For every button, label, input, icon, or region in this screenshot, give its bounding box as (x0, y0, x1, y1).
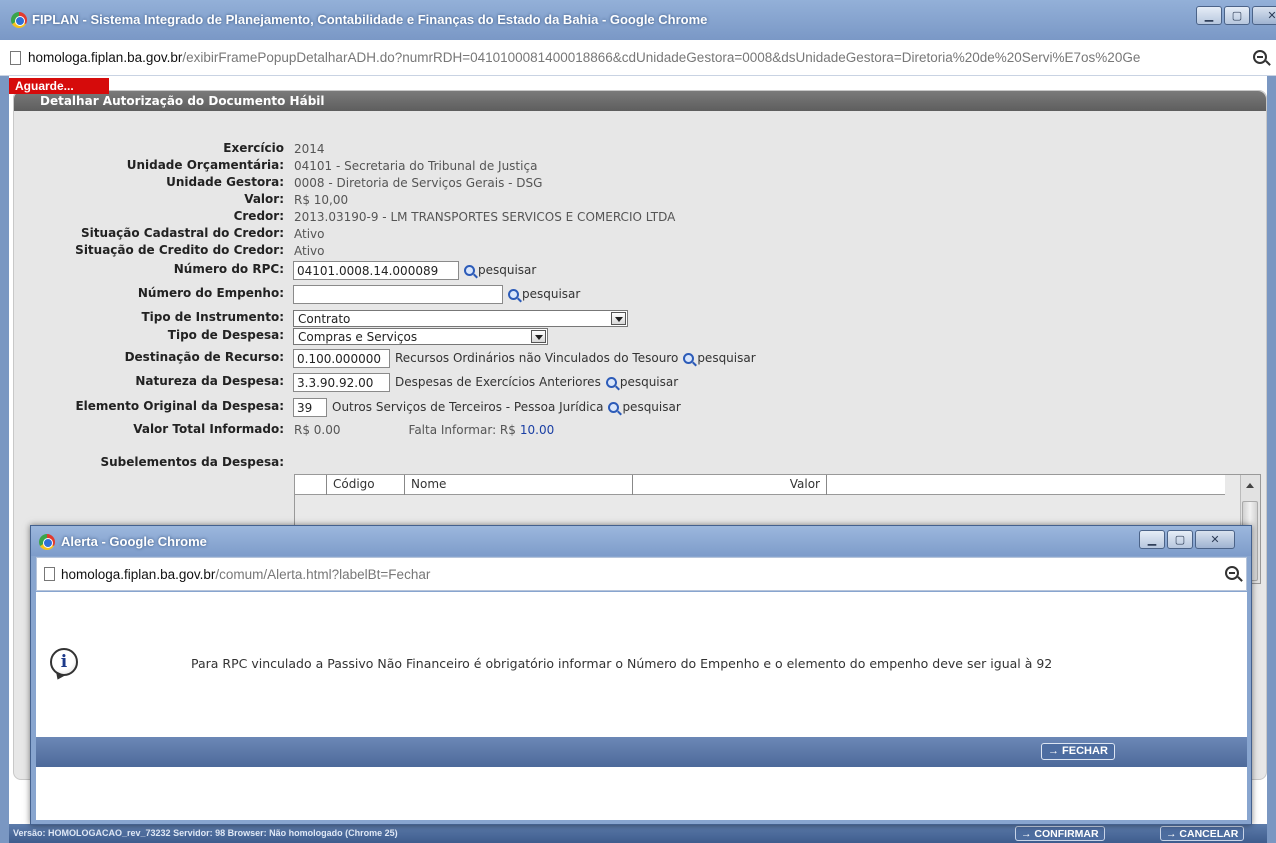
alert-window-controls: ▁ ▢ ✕ (1139, 530, 1235, 549)
value-valor: R$ 10,00 (294, 193, 349, 207)
row-destinacao-recurso: Destinação de Recurso: 0.100.000000 Recu… (14, 348, 756, 368)
alert-window: Alerta - Google Chrome ▁ ▢ ✕ homologa.fi… (30, 525, 1252, 825)
label-exercicio: Exercício (223, 141, 284, 155)
status-text: Versão: HOMOLOGACAO_rev_73232 Servidor: … (13, 828, 398, 838)
chrome-icon (39, 534, 55, 550)
natureza-despesa-desc: Despesas de Exercícios Anteriores (395, 375, 601, 389)
alert-close-button[interactable]: ✕ (1195, 530, 1235, 549)
page-icon (10, 51, 21, 65)
label-elemento-original: Elemento Original da Despesa: (75, 399, 284, 413)
row-valor-total: Valor Total Informado: R$ 0.00 Falta Inf… (14, 420, 554, 440)
natureza-despesa-input[interactable]: 3.3.90.92.00 (293, 372, 390, 392)
url-text[interactable]: homologa.fiplan.ba.gov.br/exibirFramePop… (28, 50, 1248, 65)
value-unidade-orcamentaria: 04101 - Secretaria do Tribunal de Justiç… (294, 159, 538, 173)
value-credor: 2013.03190-9 - LM TRANSPORTES SERVICOS E… (294, 210, 676, 224)
status-bar: Versão: HOMOLOGACAO_rev_73232 Servidor: … (9, 824, 1267, 843)
window-titlebar: FIPLAN - Sistema Integrado de Planejamen… (0, 0, 1276, 40)
label-numero-empenho: Número do Empenho: (137, 286, 284, 300)
chevron-down-icon[interactable] (611, 311, 626, 325)
aguarde-indicator: Aguarde... (9, 78, 109, 94)
alert-title: Alerta - Google Chrome (61, 534, 207, 549)
label-situacao-cadastral: Situação Cadastral do Credor: (81, 226, 284, 240)
window-controls: ▁ ▢ ✕ (1196, 6, 1276, 25)
pesquisar-elemento-link[interactable]: pesquisar (608, 400, 681, 414)
alert-minimize-button[interactable]: ▁ (1139, 530, 1165, 549)
value-unidade-gestora: 0008 - Diretoria de Serviços Gerais - DS… (294, 176, 543, 190)
label-natureza-despesa: Natureza da Despesa: (135, 374, 284, 388)
magnifier-icon (464, 264, 475, 276)
info-icon: i (50, 648, 78, 676)
row-natureza-despesa: Natureza da Despesa: 3.3.90.92.00 Despes… (14, 372, 678, 392)
falta-informar-label: Falta Informar: R$ (408, 423, 516, 437)
falta-informar-value: 10.00 (519, 423, 555, 437)
grid-col-codigo[interactable]: Código (327, 475, 405, 495)
chevron-down-icon[interactable] (531, 329, 546, 343)
label-valor-total: Valor Total Informado: (133, 422, 284, 436)
label-tipo-instrumento: Tipo de Instrumento: (141, 310, 284, 324)
scroll-up-icon[interactable] (1246, 483, 1254, 488)
magnifier-icon (608, 401, 620, 413)
page-icon (44, 567, 55, 581)
alert-address-bar[interactable]: homologa.fiplan.ba.gov.br/comum/Alerta.h… (36, 557, 1247, 591)
label-unidade-orcamentaria: Unidade Orçamentária: (126, 158, 284, 172)
elemento-original-desc: Outros Serviços de Terceiros - Pessoa Ju… (332, 400, 604, 414)
label-situacao-credito: Situação de Credito do Credor: (75, 243, 284, 257)
destinacao-recurso-desc: Recursos Ordinários não Vinculados do Te… (395, 351, 679, 365)
label-numero-rpc: Número do RPC: (173, 262, 284, 276)
panel-title: Detalhar Autorização do Documento Hábil (14, 91, 1266, 111)
pesquisar-empenho-link[interactable]: pesquisar (508, 287, 580, 301)
alert-message: Para RPC vinculado a Passivo Não Finance… (191, 656, 1053, 671)
pesquisar-rpc-link[interactable]: pesquisar (464, 263, 536, 277)
elemento-original-input[interactable]: 39 (293, 397, 327, 417)
row-tipo-despesa: Tipo de Despesa: Compras e Serviços (14, 326, 548, 346)
pesquisar-destinacao-link[interactable]: pesquisar (683, 351, 756, 365)
row-numero-empenho: Número do Empenho: pesquisar (14, 284, 580, 304)
cancelar-button[interactable]: → CANCELAR (1160, 826, 1245, 841)
alert-maximize-button[interactable]: ▢ (1167, 530, 1193, 549)
window-title: FIPLAN - Sistema Integrado de Planejamen… (32, 12, 708, 27)
alert-url-text[interactable]: homologa.fiplan.ba.gov.br/comum/Alerta.h… (61, 567, 430, 582)
chrome-window: FIPLAN - Sistema Integrado de Planejamen… (0, 0, 1276, 843)
label-valor: Valor: (244, 192, 284, 206)
magnifier-icon (605, 376, 617, 388)
pesquisar-natureza-link[interactable]: pesquisar (605, 375, 678, 389)
alert-titlebar: Alerta - Google Chrome ▁ ▢ ✕ (31, 526, 1251, 556)
label-destinacao-recurso: Destinação de Recurso: (124, 350, 284, 364)
row-elemento-original: Elemento Original da Despesa: 39 Outros … (14, 397, 681, 417)
chrome-icon (11, 12, 27, 28)
numero-empenho-input[interactable] (293, 284, 503, 304)
alert-footer: → FECHAR (36, 737, 1247, 767)
magnifier-icon (683, 352, 695, 364)
row-numero-rpc: Número do RPC: 04101.0008.14.000089 pesq… (14, 260, 536, 280)
value-valor-total: R$ 0.00 (294, 423, 341, 437)
address-bar[interactable]: homologa.fiplan.ba.gov.br/exibirFramePop… (0, 40, 1276, 76)
value-situacao-cadastral: Ativo (294, 227, 325, 241)
numero-rpc-input[interactable]: 04101.0008.14.000089 (293, 260, 459, 280)
grid-col-select (295, 475, 327, 495)
alert-body: i Para RPC vinculado a Passivo Não Finan… (36, 592, 1247, 820)
label-subelementos: Subelementos da Despesa: (100, 455, 284, 469)
label-unidade-gestora: Unidade Gestora: (166, 175, 284, 189)
magnifier-icon (508, 288, 519, 300)
tipo-despesa-select[interactable]: Compras e Serviços (293, 327, 548, 345)
fechar-button[interactable]: → FECHAR (1041, 743, 1115, 760)
maximize-button[interactable]: ▢ (1224, 6, 1250, 25)
minimize-button[interactable]: ▁ (1196, 6, 1222, 25)
grid-col-valor[interactable]: Valor (633, 475, 827, 495)
zoom-icon[interactable] (1225, 566, 1239, 580)
close-button[interactable]: ✕ (1252, 6, 1276, 25)
grid-col-nome[interactable]: Nome (405, 475, 633, 495)
destinacao-recurso-input[interactable]: 0.100.000000 (293, 348, 390, 368)
tipo-instrumento-select[interactable]: Contrato (293, 309, 628, 327)
row-situacao-credito: Situação de Credito do Credor: Ativo (14, 241, 324, 261)
label-credor: Credor: (233, 209, 284, 223)
row-subelementos: Subelementos da Despesa: (14, 453, 284, 473)
label-tipo-despesa: Tipo de Despesa: (167, 328, 284, 342)
confirmar-button[interactable]: → CONFIRMAR (1015, 826, 1105, 841)
value-situacao-credito: Ativo (294, 244, 325, 258)
grid-header: Código Nome Valor (295, 475, 1225, 495)
zoom-icon[interactable] (1253, 50, 1267, 64)
value-exercicio: 2014 (294, 142, 325, 156)
row-tipo-instrumento: Tipo de Instrumento: Contrato (14, 308, 628, 328)
